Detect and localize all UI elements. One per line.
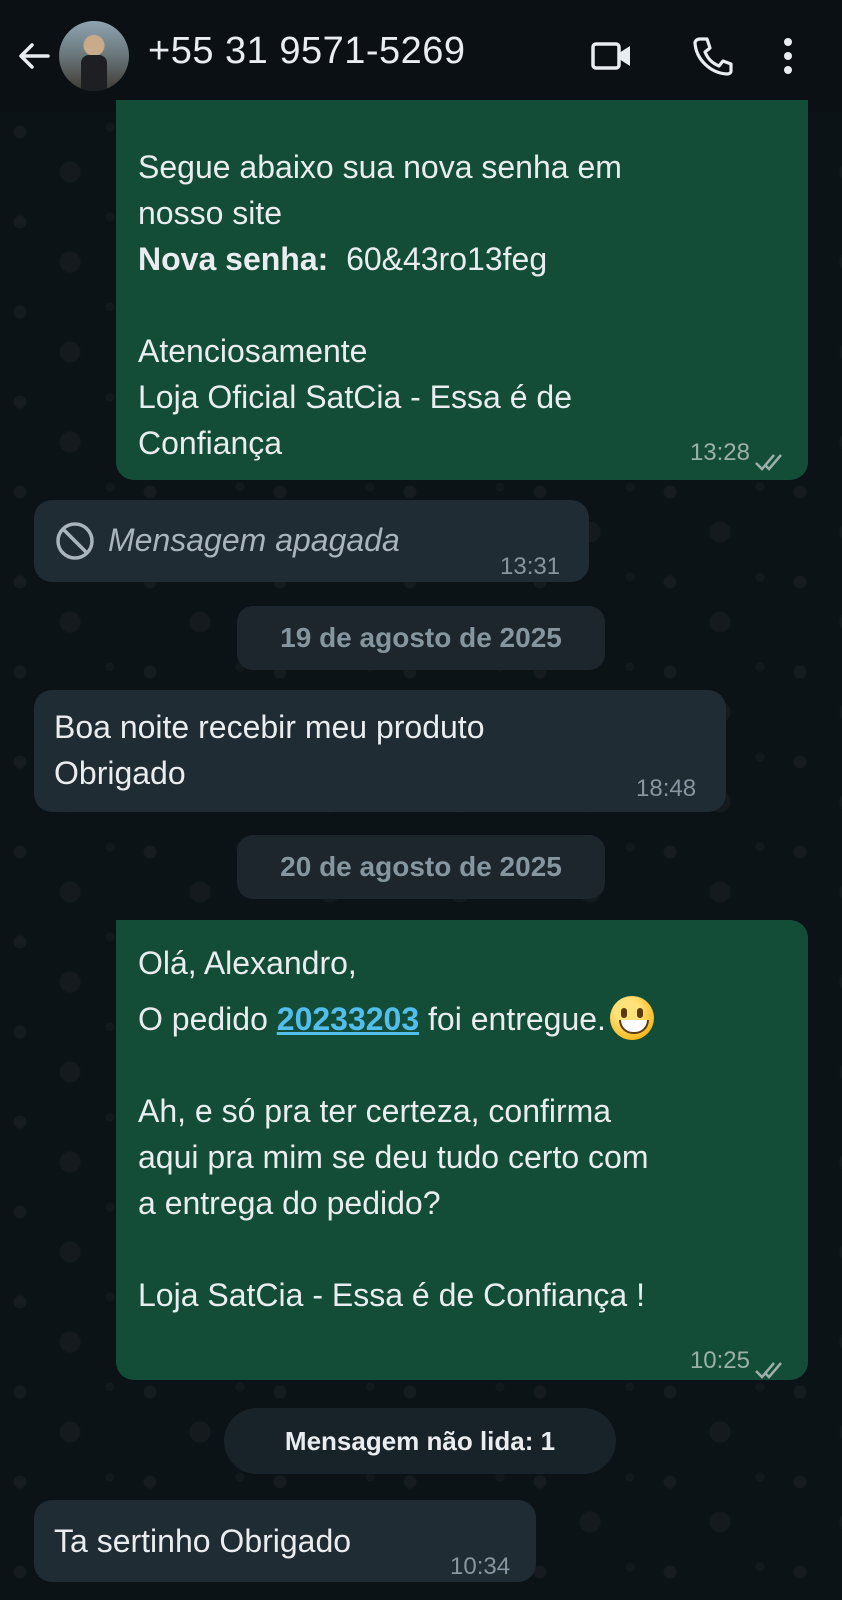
deleted-icon (54, 520, 96, 574)
date-separator: 19 de agosto de 2025 (237, 606, 605, 670)
message-line: nosso site (138, 195, 283, 231)
password-line: Nova senha: 60&43ro13feg (138, 236, 788, 282)
video-call-icon[interactable] (590, 34, 634, 83)
phone-call-icon[interactable] (690, 34, 734, 83)
contact-avatar[interactable] (59, 21, 129, 91)
message-line: Ah, e só pra ter certeza, confirma (138, 1093, 612, 1129)
message-line: Loja Oficial SatCia - Essa é de (138, 379, 572, 415)
outgoing-message[interactable]: Olá, Alexandro, O pedido 20233203 foi en… (116, 920, 808, 1380)
password-value: 60&43ro13feg (346, 241, 548, 277)
message-time: 10:34 (450, 1553, 511, 1580)
grinning-face-emoji-icon (609, 996, 654, 1040)
message-time: 13:31 (500, 553, 561, 580)
back-arrow-icon[interactable] (14, 36, 54, 76)
order-prefix: O pedido (138, 1001, 277, 1037)
message-line: Olá, Alexandro, (138, 945, 357, 981)
message-line: Atenciosamente (138, 333, 368, 369)
deleted-message-text: Mensagem apagada (108, 522, 400, 558)
contact-name[interactable]: +55 31 9571-5269 (148, 30, 466, 73)
message-line: Obrigado (54, 755, 186, 791)
message-text: Ta sertinho Obrigado (54, 1523, 352, 1559)
order-number-link[interactable]: 20233203 (277, 1001, 419, 1037)
order-suffix: foi entregue. (419, 1001, 606, 1037)
message-line: aqui pra mim se deu tudo certo com (138, 1139, 649, 1175)
message-line: a entrega do pedido? (138, 1185, 441, 1221)
incoming-message[interactable]: Boa noite recebir meu produto Obrigado 1… (34, 690, 726, 812)
message-text: Boa noite recebir meu produto Obrigado (54, 704, 484, 796)
message-line: Segue abaixo sua nova senha em (138, 149, 622, 185)
date-separator: 20 de agosto de 2025 (237, 835, 605, 899)
order-line: O pedido 20233203 foi entregue. (138, 996, 788, 1042)
unread-messages-banner: Mensagem não lida: 1 (224, 1408, 616, 1474)
message-text: Segue abaixo sua nova senha em nosso sit… (138, 144, 788, 466)
more-options-icon[interactable] (782, 34, 794, 83)
double-check-icon (754, 438, 788, 484)
chat-header: +55 31 9571-5269 (0, 0, 842, 112)
deleted-message[interactable]: Mensagem apagada 13:31 (34, 500, 589, 582)
message-text: Olá, Alexandro, O pedido 20233203 foi en… (138, 940, 788, 1318)
message-time: 10:25 (689, 1347, 750, 1374)
message-line: Boa noite recebir meu produto (54, 709, 485, 745)
message-time: 13:28 (689, 439, 750, 466)
incoming-message[interactable]: Ta sertinho Obrigado 10:34 (34, 1500, 536, 1582)
avatar-figure (81, 55, 107, 91)
outgoing-message[interactable]: Segue abaixo sua nova senha em nosso sit… (116, 100, 808, 480)
message-time: 18:48 (636, 775, 697, 802)
message-line: Loja SatCia - Essa é de Confiança ! (138, 1277, 645, 1313)
double-check-icon (754, 1346, 788, 1392)
password-label: Nova senha: (138, 241, 329, 277)
